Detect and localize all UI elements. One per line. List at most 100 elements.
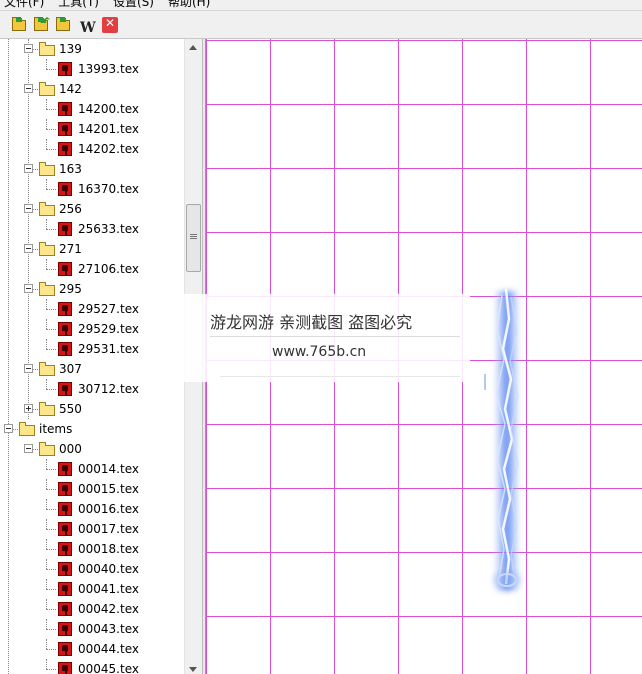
tree-connector xyxy=(46,639,47,649)
menu-item[interactable]: 帮助(H) xyxy=(168,0,210,9)
tree-connector xyxy=(46,299,47,309)
folder-icon xyxy=(39,42,55,56)
tree-file-node[interactable]: 00015.tex xyxy=(0,479,184,499)
watermark-overlay: 游龙网游 亲测截图 盗图必究 www.765b.cn xyxy=(180,294,470,382)
tree-connector xyxy=(33,169,38,170)
tree-folder-node[interactable]: 142 xyxy=(0,79,184,99)
tree-connector xyxy=(46,519,47,529)
tree-file-node[interactable]: 00040.tex xyxy=(0,559,184,579)
grip-icon xyxy=(190,234,197,235)
tree-connector xyxy=(46,619,47,629)
scroll-up-icon[interactable] xyxy=(189,45,197,50)
tree-file-node[interactable]: 00016.tex xyxy=(0,499,184,519)
tex-file-icon xyxy=(58,642,72,656)
close-x-button[interactable] xyxy=(102,16,118,33)
tree-folder-node[interactable]: 271 xyxy=(0,239,184,259)
collapse-minus-icon[interactable] xyxy=(24,244,33,253)
collapse-minus-icon[interactable] xyxy=(24,164,33,173)
w-button[interactable]: W xyxy=(80,17,96,36)
collapse-minus-icon[interactable] xyxy=(4,424,13,433)
tex-file-icon xyxy=(58,502,72,516)
tree-connector xyxy=(46,509,56,510)
tree-node-label: 550 xyxy=(59,402,82,416)
collapse-minus-icon[interactable] xyxy=(24,84,33,93)
tree-connector xyxy=(46,589,56,590)
tree-folder-node[interactable]: 295 xyxy=(0,279,184,299)
tree-node-label: 27106.tex xyxy=(78,262,139,276)
tree-folder-node[interactable]: 256 xyxy=(0,199,184,219)
tree-file-node[interactable]: 00042.tex xyxy=(0,599,184,619)
open-folder-button[interactable] xyxy=(12,17,28,33)
tree-file-node[interactable]: 14201.tex xyxy=(0,119,184,139)
tree-connector xyxy=(46,59,47,69)
tree-node-label: 14201.tex xyxy=(78,122,139,136)
tree-folder-node[interactable]: 139 xyxy=(0,39,184,59)
scroll-down-icon[interactable] xyxy=(189,667,197,672)
collapse-minus-icon[interactable] xyxy=(24,444,33,453)
tree-file-node[interactable]: 00044.tex xyxy=(0,639,184,659)
menu-item[interactable]: 设置(S) xyxy=(113,0,154,9)
close-x-icon xyxy=(102,16,118,33)
tree-file-node[interactable]: 14200.tex xyxy=(0,99,184,119)
tree-folder-node[interactable]: 550 xyxy=(0,399,184,419)
tree-connector xyxy=(46,99,47,109)
expand-plus-icon[interactable] xyxy=(24,404,33,413)
tex-file-icon xyxy=(58,322,72,336)
tree-connector xyxy=(46,489,56,490)
tree-file-node[interactable]: 25633.tex xyxy=(0,219,184,239)
tree-file-node[interactable]: 00043.tex xyxy=(0,619,184,639)
tree-node-label: 139 xyxy=(59,42,82,56)
tree-file-node[interactable]: 16370.tex xyxy=(0,179,184,199)
collapse-minus-icon[interactable] xyxy=(24,364,33,373)
tree-file-node[interactable]: 00018.tex xyxy=(0,539,184,559)
tree-node-label: 00041.tex xyxy=(78,582,139,596)
tree-file-node[interactable]: 29531.tex xyxy=(0,339,184,359)
tree-file-node[interactable]: 14202.tex xyxy=(0,139,184,159)
tree-file-node[interactable]: 00045.tex xyxy=(0,659,184,674)
file-tree[interactable]: 139 13993.tex 142 14200.tex 14201.tex 14202.t… xyxy=(0,39,184,674)
tree-file-node[interactable]: 30712.tex xyxy=(0,379,184,399)
tex-file-icon xyxy=(58,102,72,116)
folder-icon xyxy=(39,282,55,296)
scrollbar-thumb[interactable] xyxy=(186,204,201,272)
folder-up-button[interactable] xyxy=(34,17,50,33)
tex-file-icon xyxy=(58,522,72,536)
toolbar: W xyxy=(0,11,642,39)
tree-node-label: 00044.tex xyxy=(78,642,139,656)
menu-item[interactable]: 文件(F) xyxy=(4,0,44,9)
tree-node-label: 29529.tex xyxy=(78,322,139,336)
tree-file-node[interactable]: 00014.tex xyxy=(0,459,184,479)
tree-folder-node[interactable]: items xyxy=(0,419,184,439)
effect-ring-glow xyxy=(493,571,521,589)
tree-node-label: 00018.tex xyxy=(78,542,139,556)
w-icon: W xyxy=(80,20,96,36)
tree-folder-node[interactable]: 307 xyxy=(0,359,184,379)
collapse-minus-icon[interactable] xyxy=(24,44,33,53)
tree-file-node[interactable]: 00017.tex xyxy=(0,519,184,539)
folder-icon xyxy=(39,242,55,256)
tree-connector xyxy=(46,69,56,70)
folder-export-button[interactable] xyxy=(56,17,72,33)
collapse-minus-icon[interactable] xyxy=(24,204,33,213)
tree-connector xyxy=(46,579,47,589)
tree-file-node[interactable]: 00041.tex xyxy=(0,579,184,599)
tex-file-icon xyxy=(58,142,72,156)
tree-file-node[interactable]: 13993.tex xyxy=(0,59,184,79)
tree-node-label: 00015.tex xyxy=(78,482,139,496)
menu-item[interactable]: 工具(T) xyxy=(58,0,99,9)
tex-file-icon xyxy=(58,222,72,236)
tree-connector xyxy=(46,559,47,569)
tree-connector xyxy=(46,529,56,530)
tex-file-icon xyxy=(58,382,72,396)
folder-icon xyxy=(39,82,55,96)
menu-bar: 文件(F) 工具(T) 设置(S) 帮助(H) xyxy=(0,0,642,11)
collapse-minus-icon[interactable] xyxy=(24,284,33,293)
tree-folder-node[interactable]: 000 xyxy=(0,439,184,459)
folder-export-icon xyxy=(56,17,70,31)
tree-file-node[interactable]: 29527.tex xyxy=(0,299,184,319)
tree-connector xyxy=(46,669,56,670)
tree-file-node[interactable]: 27106.tex xyxy=(0,259,184,279)
tree-folder-node[interactable]: 163 xyxy=(0,159,184,179)
tree-connector xyxy=(33,289,38,290)
tree-file-node[interactable]: 29529.tex xyxy=(0,319,184,339)
